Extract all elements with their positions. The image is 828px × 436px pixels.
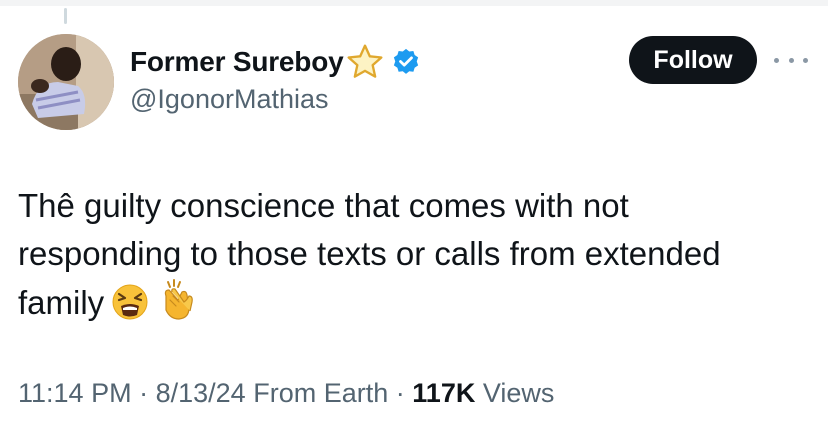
tweet-date[interactable]: 8/13/24 xyxy=(156,378,246,408)
star-icon xyxy=(345,42,385,82)
more-dot xyxy=(803,57,808,63)
clapping-hands-emoji xyxy=(156,278,200,335)
meta-separator: · xyxy=(395,378,405,408)
more-horizontal-icon[interactable] xyxy=(774,50,808,70)
tweet-source: From Earth xyxy=(253,378,389,408)
tweet-text-line: Thê guilty conscience that comes with no… xyxy=(18,187,629,224)
more-dot xyxy=(788,57,794,63)
tweet-meta: 11:14 PM · 8/13/24 From Earth · 117K Vie… xyxy=(18,378,554,409)
author-handle[interactable]: @IgonorMathias xyxy=(130,84,329,115)
author-display-name[interactable]: Former Sureboy xyxy=(130,46,344,78)
more-dot xyxy=(774,57,779,63)
tweet-text: Thê guilty conscience that comes with no… xyxy=(18,182,818,335)
tweet-text-line: responding to those texts or calls from … xyxy=(18,235,721,272)
tired-face-emoji xyxy=(110,282,150,335)
author-name-row: Former Sureboy xyxy=(130,42,421,82)
views-count[interactable]: 117K xyxy=(412,378,475,408)
meta-separator: · xyxy=(139,378,149,408)
verified-icon[interactable] xyxy=(391,47,421,77)
tweet-text-line: family xyxy=(18,284,105,321)
avatar-photo xyxy=(18,34,114,130)
follow-button[interactable]: Follow xyxy=(629,36,757,84)
views-label: Views xyxy=(482,378,555,408)
avatar[interactable] xyxy=(18,34,114,130)
tweet-time[interactable]: 11:14 PM xyxy=(18,378,132,408)
top-divider xyxy=(0,0,828,6)
tweet-text-line-last: family xyxy=(18,278,818,335)
thread-connector-line xyxy=(64,8,67,24)
